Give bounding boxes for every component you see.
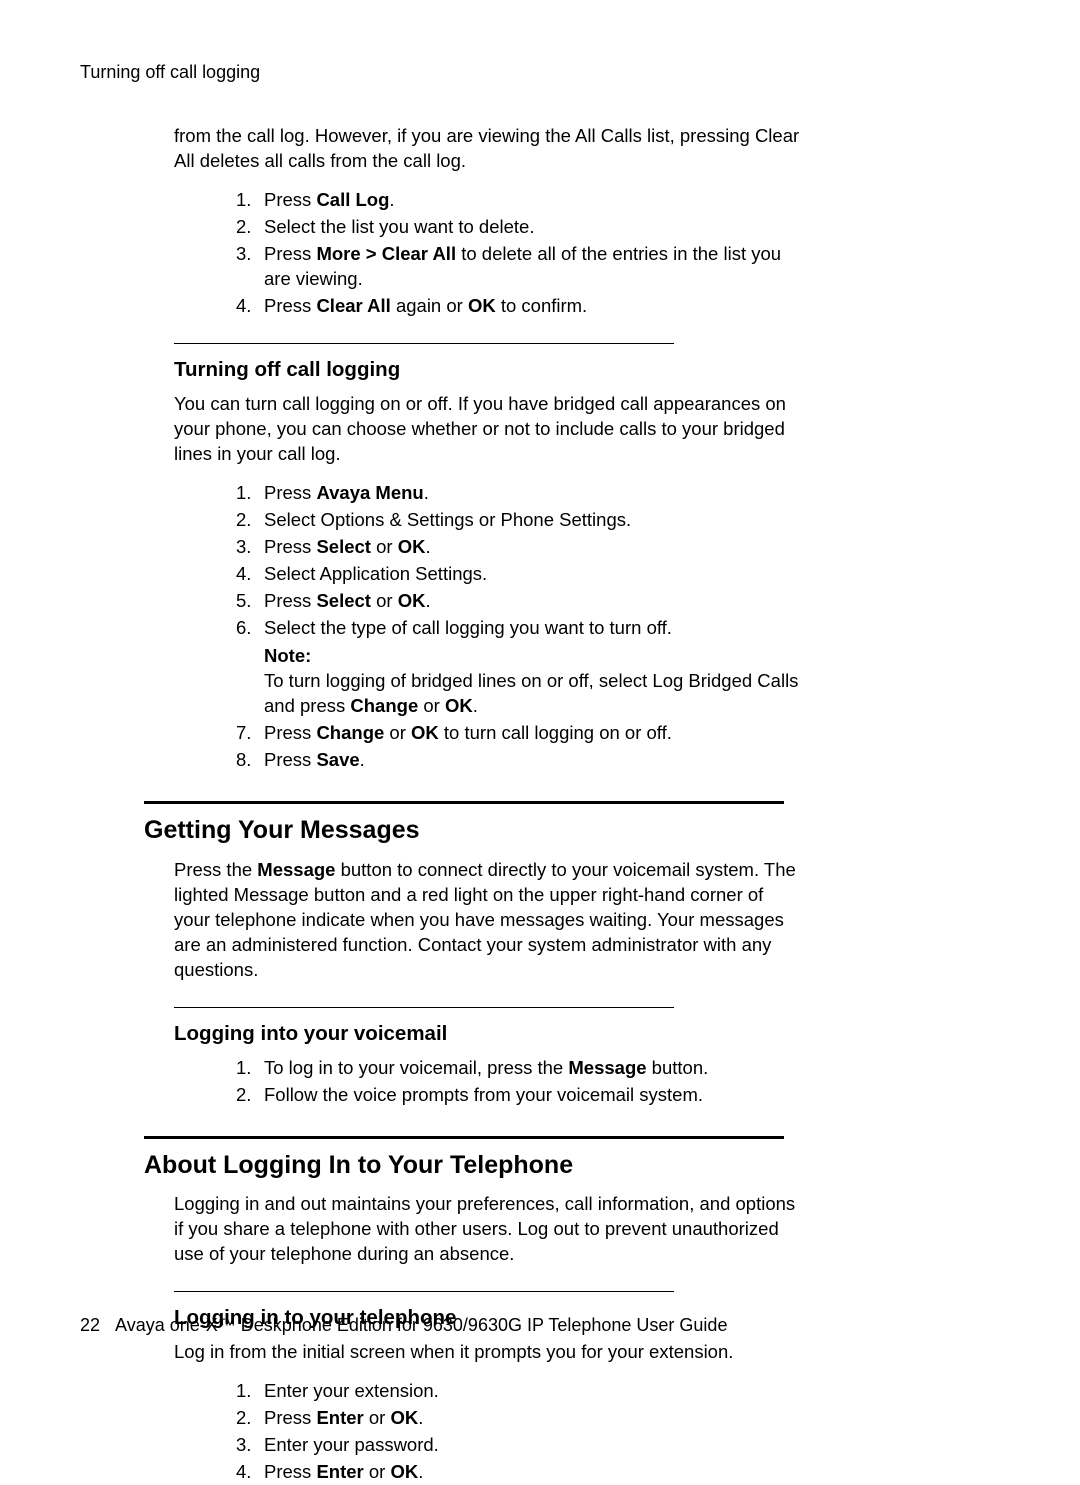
list-item-number: 1. [236,1379,251,1404]
list-item-text: Follow the voice prompts from your voice… [264,1084,703,1105]
list-item-number: 2. [236,215,251,240]
subsection-heading: Turning off call logging [174,356,1000,384]
section-heading: About Logging In to Your Telephone [144,1149,1000,1183]
list-item-text: Press Change or OK to turn call logging … [264,722,672,743]
list-item-number: 5. [236,589,251,614]
list-item-number: 2. [236,508,251,533]
list-item-number: 1. [236,1056,251,1081]
list-item-number: 6. [236,616,251,641]
list-item-number: 2. [236,1406,251,1431]
list-item: 3. Enter your password. [238,1433,800,1458]
paragraph: Logging in and out maintains your prefer… [174,1192,800,1267]
list-item-number: 3. [236,242,251,267]
list-item-text: Select the type of call logging you want… [264,617,672,638]
ordered-list: 1. To log in to your voicemail, press the… [238,1056,800,1108]
ordered-list: 1. Press Call Log. 2. Select the list you w… [238,188,800,319]
document-page: Turning off call logging from the call l… [0,0,1080,1397]
list-item-text: Press Enter or OK. [264,1461,423,1482]
intro-top: from the call log. However, if you are v… [174,124,800,319]
list-item-text: Enter your password. [264,1434,439,1455]
list-item: 4. Press Enter or OK. [238,1460,800,1485]
list-item-text: Press Select or OK. [264,590,431,611]
list-item-text: Enter your extension. [264,1380,439,1401]
list-item-number: 8. [236,748,251,773]
running-header: Turning off call logging [80,60,1000,84]
list-item-text: Press Clear All again or OK to confirm. [264,295,587,316]
ordered-list: 1. Enter your extension. 2. Press Enter or … [238,1379,800,1485]
list-item: 3. Press Select or OK. [238,535,800,560]
list-item: 2. Press Enter or OK. [238,1406,800,1431]
list-item: 6. Select the type of call logging you wa… [238,616,800,720]
section-body: 1. To log in to your voicemail, press the… [174,1056,800,1108]
list-item-text: Select the list you want to delete. [264,216,534,237]
list-item-text: Press Select or OK. [264,536,431,557]
list-item-text: Press More > Clear All to delete all of … [264,243,781,289]
section-body: You can turn call logging on or off. If … [174,392,800,774]
list-item-number: 7. [236,721,251,746]
list-item: 2. Follow the voice prompts from your voi… [238,1083,800,1108]
page-number: 22 [80,1315,100,1335]
major-divider [144,801,784,804]
list-item-text: Select Options & Settings or Phone Setti… [264,509,631,530]
section-heading: Getting Your Messages [144,814,1000,848]
list-item-text: Select Application Settings. [264,563,487,584]
paragraph: You can turn call logging on or off. If … [174,392,800,467]
divider [174,1291,674,1292]
list-item: 1. To log in to your voicemail, press the… [238,1056,800,1081]
list-item-text: Press Enter or OK. [264,1407,423,1428]
page-footer: 22 Avaya one-X™ Deskphone Edition for 96… [80,1313,727,1337]
section-body: Press the Message button to connect dire… [174,858,800,983]
list-item: 2. Select Options & Settings or Phone Set… [238,508,800,533]
section-body: Log in from the initial screen when it p… [174,1340,800,1485]
note-block: Note:To turn logging of bridged lines on… [264,644,800,719]
list-item-text: To log in to your voicemail, press the M… [264,1057,708,1078]
list-item: 1. Press Call Log. [238,188,800,213]
section-body: Logging in and out maintains your prefer… [174,1192,800,1267]
paragraph: Press the Message button to connect dire… [174,858,800,983]
note-body: To turn logging of bridged lines on or o… [264,669,800,719]
list-item-number: 4. [236,562,251,587]
paragraph: from the call log. However, if you are v… [174,124,800,174]
list-item: 4. Select Application Settings. [238,562,800,587]
list-item-text: Press Avaya Menu. [264,482,429,503]
list-item: 7. Press Change or OK to turn call loggin… [238,721,800,746]
list-item-number: 1. [236,188,251,213]
divider [174,343,674,344]
paragraph: Log in from the initial screen when it p… [174,1340,800,1365]
list-item: 4. Press Clear All again or OK to confirm… [238,294,800,319]
list-item-number: 2. [236,1083,251,1108]
footer-text: Avaya one-X™ Deskphone Edition for 9630/… [115,1315,727,1335]
subsection-heading: Logging into your voicemail [174,1020,1000,1048]
divider [174,1007,674,1008]
list-item: 5. Press Select or OK. [238,589,800,614]
list-item-number: 4. [236,294,251,319]
list-item: 2. Select the list you want to delete. [238,215,800,240]
note-label: Note: [264,644,800,669]
list-item-number: 1. [236,481,251,506]
ordered-list: 1. Press Avaya Menu. 2. Select Options & Se… [238,481,800,774]
list-item: 3. Press More > Clear All to delete all o… [238,242,800,292]
list-item: 8. Press Save. [238,748,800,773]
list-item-text: Press Save. [264,749,365,770]
list-item: 1. Press Avaya Menu. [238,481,800,506]
list-item-number: 3. [236,535,251,560]
list-item-number: 3. [236,1433,251,1458]
list-item-number: 4. [236,1460,251,1485]
list-item-text: Press Call Log. [264,189,395,210]
list-item: 1. Enter your extension. [238,1379,800,1404]
major-divider [144,1136,784,1139]
